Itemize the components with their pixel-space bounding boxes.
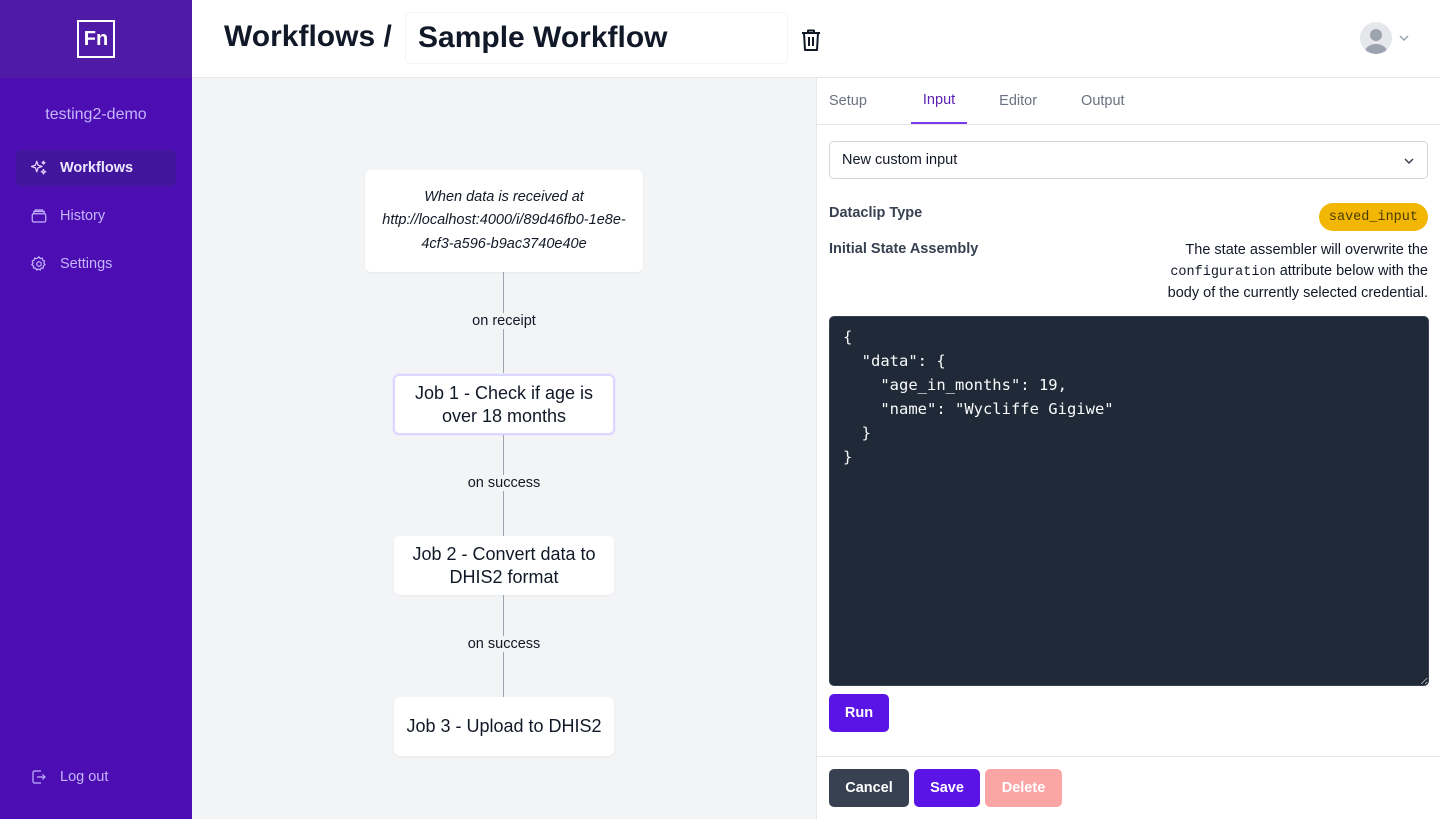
desc-text: The state assembler will overwrite the bbox=[1185, 242, 1428, 258]
workflow-name-input[interactable] bbox=[405, 12, 788, 64]
user-avatar[interactable] bbox=[1360, 22, 1392, 54]
archive-icon bbox=[30, 207, 48, 225]
sidebar-item-workflows[interactable]: Workflows bbox=[16, 150, 176, 186]
panel-tabs: Setup Input Editor Output bbox=[817, 78, 1440, 125]
save-button[interactable]: Save bbox=[914, 769, 980, 807]
sidebar: Fn testing2-demo Workflows History Setti… bbox=[0, 0, 192, 819]
chevron-down-icon bbox=[1403, 155, 1415, 171]
sidebar-item-settings[interactable]: Settings bbox=[16, 246, 176, 282]
job-panel: Setup Input Editor Output New custom inp… bbox=[816, 78, 1440, 819]
dataclip-type-badge: saved_input bbox=[1318, 203, 1428, 231]
sidebar-item-label: History bbox=[60, 208, 106, 224]
sparkles-icon bbox=[30, 159, 48, 177]
tab-editor[interactable]: Editor bbox=[987, 78, 1049, 124]
desc-code: configuration bbox=[1170, 264, 1276, 280]
project-name: testing2-demo bbox=[45, 106, 147, 123]
workflow-canvas[interactable]: When data is received at http://localhos… bbox=[192, 78, 816, 819]
job-node-2[interactable]: Job 2 - Convert data to DHIS2 format bbox=[394, 536, 614, 595]
delete-workflow-button[interactable] bbox=[800, 28, 822, 57]
tab-input[interactable]: Input bbox=[910, 78, 968, 124]
edge-label: on success bbox=[404, 636, 604, 652]
delete-button[interactable]: Delete bbox=[985, 769, 1062, 807]
logout-label: Log out bbox=[60, 769, 109, 785]
tab-setup[interactable]: Setup bbox=[829, 78, 879, 124]
json-editor[interactable]: { "data": { "age_in_months": 19, "name":… bbox=[829, 316, 1429, 686]
trash-icon bbox=[802, 29, 820, 51]
gear-icon bbox=[30, 255, 48, 273]
state-assembly-description: The state assembler will overwrite the c… bbox=[1138, 240, 1428, 304]
cancel-button[interactable]: Cancel bbox=[829, 769, 909, 807]
sidebar-item-label: Settings bbox=[60, 256, 113, 272]
input-select[interactable]: New custom input bbox=[829, 141, 1428, 179]
edge-label: on success bbox=[404, 475, 604, 491]
job-node-3[interactable]: Job 3 - Upload to DHIS2 bbox=[394, 697, 614, 756]
logout-button[interactable]: Log out bbox=[16, 759, 176, 795]
state-assembly-label: Initial State Assembly bbox=[829, 241, 979, 257]
dataclip-type-label: Dataclip Type bbox=[829, 205, 923, 221]
chevron-down-icon[interactable] bbox=[1398, 31, 1410, 49]
panel-footer: Cancel Save Delete bbox=[817, 756, 1440, 819]
sidebar-nav: Workflows History Settings bbox=[0, 150, 192, 282]
input-select-value: New custom input bbox=[842, 152, 958, 168]
sidebar-item-label: Workflows bbox=[60, 160, 134, 176]
app-logo[interactable]: Fn bbox=[77, 20, 115, 58]
edge-label: on receipt bbox=[404, 313, 604, 329]
tab-output[interactable]: Output bbox=[1069, 78, 1137, 124]
trigger-node[interactable]: When data is received at http://localhos… bbox=[365, 170, 643, 272]
job-node-1[interactable]: Job 1 - Check if age is over 18 months bbox=[393, 374, 615, 435]
top-header: Workflows / bbox=[192, 0, 1440, 78]
logout-icon bbox=[30, 768, 48, 786]
sidebar-header: Fn bbox=[0, 0, 192, 78]
run-button[interactable]: Run bbox=[829, 694, 889, 732]
sidebar-item-history[interactable]: History bbox=[16, 198, 176, 234]
breadcrumb-workflows[interactable]: Workflows / bbox=[224, 20, 392, 54]
